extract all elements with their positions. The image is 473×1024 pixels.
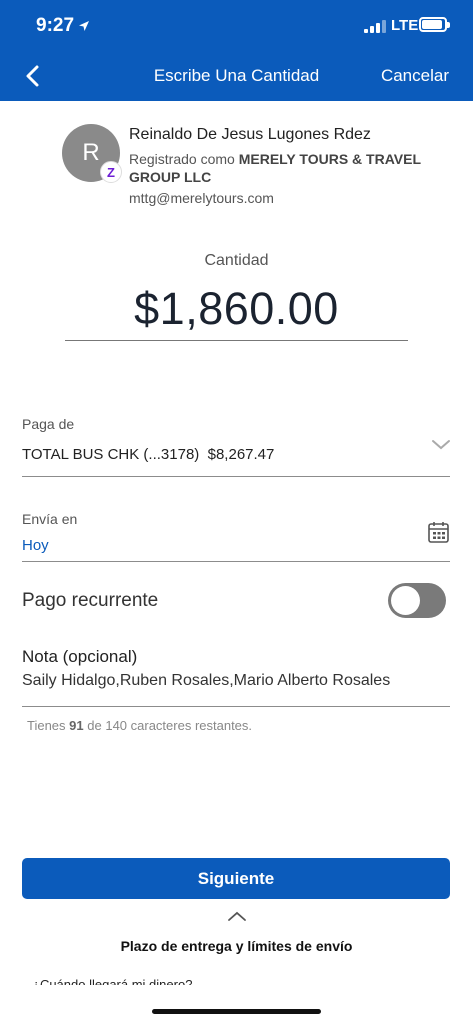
chevron-up-icon[interactable] [227, 910, 247, 922]
pay-from-select[interactable]: TOTAL BUS CHK (...3178) $8,267.47 [22, 446, 274, 463]
cancel-button[interactable]: Cancelar [381, 66, 449, 86]
amount-label: Cantidad [204, 252, 269, 269]
registered-prefix: Registrado como [129, 151, 235, 167]
faq-question[interactable]: ¿Cuándo llegará mi dinero? [32, 975, 192, 985]
amount-underline [65, 340, 408, 341]
recipient-email: mttg@merelytours.com [129, 190, 274, 206]
recipient-name: Reinaldo De Jesus Lugones Rdez [129, 126, 371, 143]
recurring-label: Pago recurrente [22, 590, 159, 611]
top-bar: 9:27 LTE Escribe Una Cantidad Cancelar [0, 0, 473, 101]
pay-from-balance: $8,267.47 [207, 446, 275, 463]
send-on-date[interactable]: Hoy [22, 537, 49, 554]
calendar-icon[interactable] [428, 521, 449, 543]
note-divider [22, 706, 450, 707]
send-on-label: Envía en [22, 511, 78, 527]
cellular-signal-icon [364, 19, 386, 33]
pay-from-divider [22, 476, 450, 477]
characters-remaining: Tienes 91 de 140 caracteres restantes. [27, 718, 252, 733]
chevron-down-icon[interactable] [431, 438, 451, 452]
pay-from-label: Paga de [22, 416, 75, 432]
toggle-knob [391, 586, 420, 615]
remaining-prefix: Tienes [27, 718, 66, 733]
zelle-icon: Z [100, 161, 122, 183]
network-type: LTE [391, 17, 419, 34]
amount-input[interactable]: $1,860.00 [0, 283, 473, 335]
remaining-count: 91 [69, 718, 84, 733]
recipient-registration: Registrado como MERELY TOURS & TRAVEL GR… [129, 150, 429, 186]
status-time-text: 9:27 [36, 15, 75, 36]
send-on-divider [22, 561, 450, 562]
next-button[interactable]: Siguiente [22, 858, 450, 899]
home-indicator[interactable] [152, 1009, 321, 1014]
pay-from-account: TOTAL BUS CHK (...3178) [22, 446, 200, 463]
remaining-suffix: de 140 caracteres restantes. [87, 718, 253, 733]
note-label: Nota (opcional) [22, 647, 138, 666]
recurring-toggle[interactable] [388, 583, 446, 618]
battery-icon [419, 17, 450, 32]
location-arrow-icon [79, 20, 90, 31]
delivery-limits-title[interactable]: Plazo de entrega y límites de envío [0, 938, 473, 954]
status-time: 9:27 [36, 15, 90, 37]
note-input[interactable]: Saily Hidalgo,Ruben Rosales,Mario Albert… [22, 672, 390, 690]
